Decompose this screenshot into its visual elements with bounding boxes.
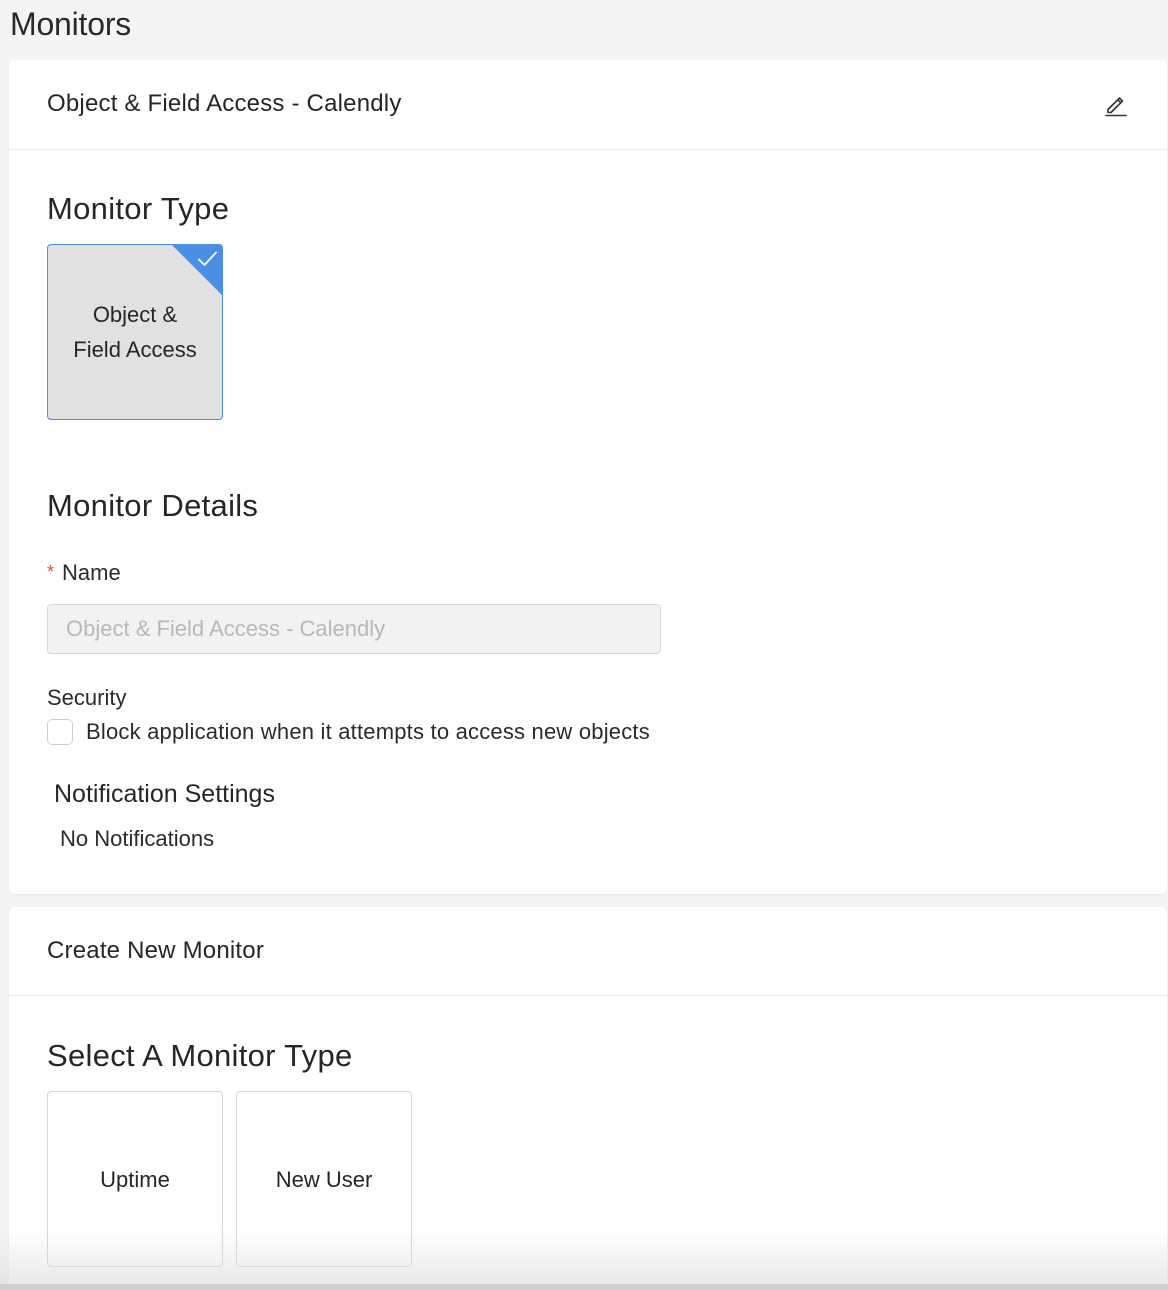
monitor-card-header: Object & Field Access - Calendly <box>9 60 1167 150</box>
monitor-type-tile-label: Uptime <box>100 1166 170 1192</box>
required-mark: * <box>47 562 55 582</box>
monitor-details-title: Monitor Details <box>47 488 259 523</box>
monitor-type-tile-label: New User <box>275 1166 373 1192</box>
page-title: Monitors <box>10 6 132 42</box>
monitor-type-tile-label: Object & Field Access <box>73 302 197 362</box>
block-application-checkbox[interactable] <box>47 719 73 745</box>
monitor-type-title: Monitor Type <box>47 191 230 226</box>
name-label-text: Name <box>62 560 121 585</box>
bottom-edge-bar <box>0 1284 1168 1290</box>
notification-settings-title: Notification Settings <box>54 780 275 808</box>
block-application-option[interactable]: Block application when it attempts to ac… <box>47 719 650 745</box>
monitor-card-title: Object & Field Access - Calendly <box>47 90 402 117</box>
create-monitor-title: Create New Monitor <box>47 937 265 964</box>
security-label: Security <box>47 685 127 710</box>
name-field-label: * Name <box>47 560 121 586</box>
name-input[interactable] <box>47 604 661 654</box>
pencil-edit-icon <box>1105 97 1127 117</box>
create-monitor-card-header: Create New Monitor <box>9 907 1167 996</box>
block-application-label: Block application when it attempts to ac… <box>86 719 650 744</box>
select-monitor-type-title: Select A Monitor Type <box>47 1038 353 1073</box>
checkmark-icon <box>198 251 217 266</box>
monitor-type-tile-uptime[interactable]: Uptime <box>47 1091 223 1267</box>
monitors-page: Monitors Object & Field Access - Calendl… <box>0 0 1168 1290</box>
monitor-card: Object & Field Access - Calendly Monitor… <box>9 60 1167 894</box>
notification-settings-value: No Notifications <box>60 826 215 851</box>
monitor-type-tile-new-user[interactable]: New User <box>236 1091 412 1267</box>
create-monitor-card: Create New Monitor Select A Monitor Type… <box>9 907 1167 1290</box>
edit-button[interactable] <box>1101 88 1131 120</box>
monitor-type-tile-object-field-access[interactable]: Object & Field Access <box>47 244 223 420</box>
